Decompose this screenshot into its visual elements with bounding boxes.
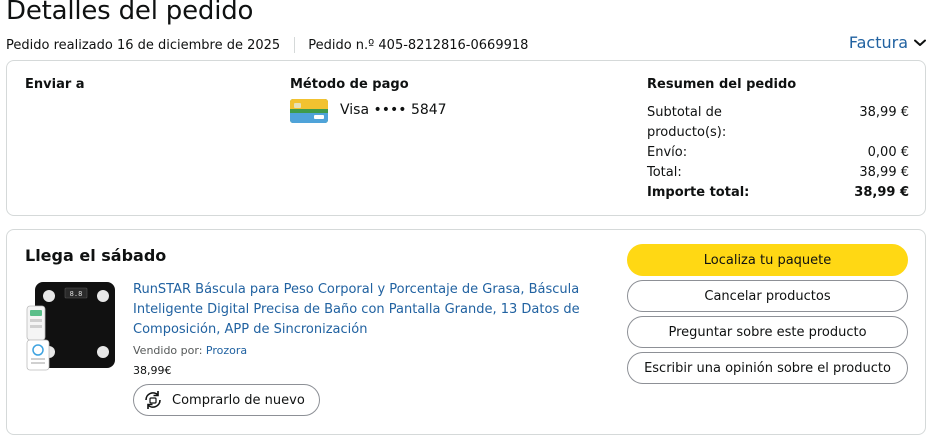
sold-by-label: Vendido por: bbox=[133, 344, 203, 357]
write-review-button[interactable]: Escribir una opinión sobre el producto bbox=[627, 352, 908, 384]
buy-again-icon bbox=[145, 391, 161, 409]
seller-link[interactable]: Prozora bbox=[206, 344, 247, 357]
ask-product-question-button[interactable]: Preguntar sobre este producto bbox=[627, 316, 908, 348]
buy-again-label: Comprarlo de nuevo bbox=[172, 392, 305, 408]
product-title-link[interactable]: RunSTAR Báscula para Peso Corporal y Por… bbox=[133, 280, 583, 340]
summary-value: 38,99 € bbox=[854, 185, 909, 200]
payment-card-number: Visa •••• 5847 bbox=[340, 102, 447, 118]
order-number: Pedido n.º 405-8212816-0669918 bbox=[308, 37, 529, 53]
invoice-label: Factura bbox=[848, 33, 908, 52]
svg-text:8.8: 8.8 bbox=[70, 290, 83, 298]
track-package-button[interactable]: Localiza tu paquete bbox=[627, 244, 908, 276]
summary-label: Subtotal de producto(s): bbox=[647, 105, 727, 140]
summary-label: Envío: bbox=[647, 145, 688, 160]
ship-to-heading: Enviar a bbox=[25, 77, 85, 92]
summary-value: 0,00 € bbox=[867, 145, 909, 160]
shipment-card: Llega el sábado 8.8 RunSTAR Báscula para… bbox=[6, 229, 926, 435]
sold-by: Vendido por: Prozora bbox=[133, 344, 247, 357]
order-summary-heading: Resumen del pedido bbox=[647, 77, 797, 92]
cancel-items-button[interactable]: Cancelar productos bbox=[627, 280, 908, 312]
invoice-link[interactable]: Factura bbox=[849, 33, 926, 52]
order-meta: Pedido realizado 16 de diciembre de 2025… bbox=[6, 37, 528, 53]
payment-method-heading: Método de pago bbox=[290, 77, 409, 92]
delivery-status: Llega el sábado bbox=[25, 246, 167, 265]
page-title: Detalles del pedido bbox=[6, 0, 254, 26]
meta-divider bbox=[294, 37, 296, 53]
order-summary-card: Enviar a Método de pago Visa •••• 5847 R… bbox=[6, 60, 926, 216]
summary-value: 38,99 € bbox=[859, 165, 909, 180]
product-image[interactable]: 8.8 bbox=[25, 278, 121, 374]
order-date: Pedido realizado 16 de diciembre de 2025 bbox=[6, 37, 281, 53]
summary-value: 38,99 € bbox=[859, 105, 909, 120]
summary-row-total: Total: 38,99 € bbox=[647, 163, 909, 183]
summary-row-shipping: Envío: 0,00 € bbox=[647, 143, 909, 163]
chevron-down-icon bbox=[914, 39, 926, 46]
buy-again-button[interactable]: Comprarlo de nuevo bbox=[133, 384, 320, 416]
summary-label: Total: bbox=[647, 165, 682, 180]
visa-card-icon bbox=[290, 99, 328, 123]
product-price: 38,99€ bbox=[133, 364, 172, 377]
summary-table: Subtotal de producto(s): 38,99 € Envío: … bbox=[647, 103, 909, 203]
summary-row-subtotal: Subtotal de producto(s): 38,99 € bbox=[647, 103, 909, 143]
summary-label: Importe total: bbox=[647, 185, 750, 200]
summary-row-grand-total: Importe total: 38,99 € bbox=[647, 183, 909, 203]
